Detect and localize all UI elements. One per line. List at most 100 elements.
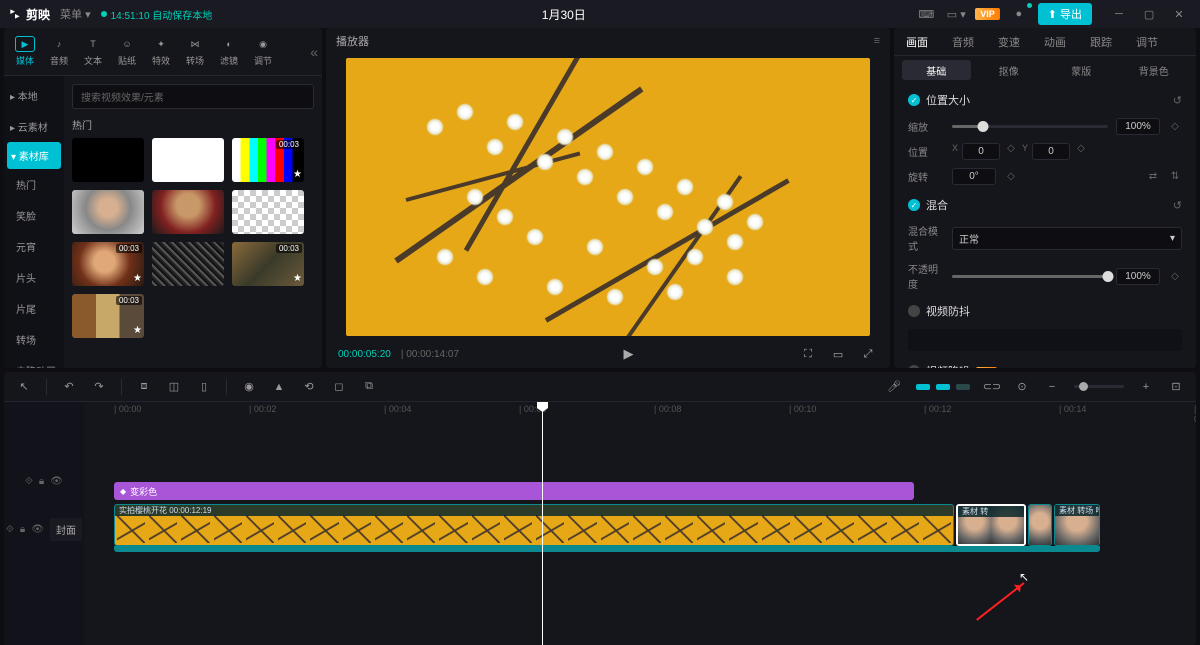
maximize-button[interactable]: ▢ — [1136, 5, 1162, 23]
blendmode-select[interactable]: 正常▾ — [952, 227, 1182, 250]
fullscreen-icon[interactable]: ⤢ — [858, 348, 878, 361]
playhead[interactable] — [542, 402, 543, 645]
safe-zone-icon[interactable]: ⛶ — [798, 348, 818, 361]
pos-x-keyframe-icon[interactable]: ◇ — [1004, 143, 1018, 160]
reset-blend-icon[interactable]: ↺ — [1173, 199, 1182, 212]
media-thumb-7[interactable] — [152, 242, 224, 286]
cat-active[interactable]: ▾ 素材库 — [7, 142, 61, 169]
minimize-button[interactable]: ─ — [1106, 5, 1132, 23]
prop-tab-3[interactable]: 动画 — [1032, 28, 1078, 55]
subcat[interactable]: 元宵 — [4, 231, 64, 262]
media-thumb-1[interactable] — [152, 138, 224, 182]
magnet-icon[interactable]: ⊂⊃ — [984, 379, 1000, 395]
mic-icon[interactable]: 🎤︎ — [886, 379, 902, 395]
pos-y-keyframe-icon[interactable]: ◇ — [1074, 143, 1088, 160]
prop-tab-0[interactable]: 画面 — [894, 28, 940, 55]
tool-tab-7[interactable]: ◉调节 — [246, 36, 280, 67]
scale-slider[interactable] — [952, 125, 1108, 128]
opacity-keyframe-icon[interactable]: ◇ — [1168, 271, 1182, 282]
redo-icon[interactable]: ↷ — [91, 379, 107, 395]
tool-tab-0[interactable]: ▶媒体 — [8, 36, 42, 67]
preview-viewport[interactable] — [346, 58, 870, 336]
prop-tab-1[interactable]: 音频 — [940, 28, 986, 55]
prop-tab-2[interactable]: 变速 — [986, 28, 1032, 55]
record-icon[interactable]: ◉ — [241, 379, 257, 395]
vid-eye-icon[interactable]: 👁︎ — [31, 524, 44, 535]
subcat[interactable]: 热门 — [4, 169, 64, 200]
tool-tab-5[interactable]: ⋈转场 — [178, 36, 212, 67]
audio-waveform[interactable] — [114, 546, 1100, 552]
prop-tab-4[interactable]: 跟踪 — [1078, 28, 1124, 55]
sub-tab-1[interactable]: 抠像 — [975, 60, 1044, 80]
rotation-keyframe-icon[interactable]: ◇ — [1004, 171, 1018, 182]
collapse-icon[interactable]: « — [310, 44, 318, 60]
cat-云素材[interactable]: ▸ 云素材 — [4, 111, 64, 142]
fx-vis-icon[interactable]: 🔒︎ — [39, 476, 44, 487]
sub-tab-3[interactable]: 背景色 — [1120, 60, 1189, 80]
delete-right-icon[interactable]: ▯ — [196, 379, 212, 395]
shortcut-icon[interactable]: ⌨ — [915, 5, 937, 23]
media-thumb-8[interactable]: 00:03★ — [232, 242, 304, 286]
flip-h-icon[interactable]: ⇄ — [1146, 171, 1160, 182]
preview-link-icon[interactable]: ⊙ — [1014, 379, 1030, 395]
vip-badge[interactable]: VIP — [975, 8, 1000, 20]
undo-icon[interactable]: ↶ — [61, 379, 77, 395]
tool-tab-3[interactable]: ☺贴纸 — [110, 36, 144, 67]
reset-pos-icon[interactable]: ↺ — [1173, 94, 1182, 107]
vid-lock-icon[interactable]: ⟐ — [6, 524, 14, 535]
opacity-slider[interactable] — [952, 275, 1108, 278]
media-thumb-9[interactable]: 00:03★ — [72, 294, 144, 338]
sub-tab-2[interactable]: 蒙版 — [1047, 60, 1116, 80]
layout-icon[interactable]: ▭ ▾ — [945, 5, 967, 23]
tool-tab-4[interactable]: ✦特效 — [144, 36, 178, 67]
video-clip-2-selected[interactable]: 素材 转 — [956, 504, 1026, 546]
subcat[interactable]: 片尾 — [4, 293, 64, 324]
subcat[interactable]: 启降动画 — [4, 355, 64, 368]
effect-clip[interactable]: 变彩色 — [114, 482, 914, 500]
main-menu[interactable]: 菜单 ▾ — [60, 6, 91, 22]
tool-tab-1[interactable]: ♪音频 — [42, 36, 76, 67]
track-toggles[interactable] — [916, 384, 970, 390]
video-clip-1[interactable]: 实拍樱桃开花 00:00:12:19 — [114, 504, 954, 546]
timeline-tracks[interactable]: | 00:00| 00:02| 00:04| 00:06| 00:08| 00:… — [84, 402, 1196, 645]
flip-v-icon[interactable]: ⇅ — [1168, 171, 1182, 182]
mirror-icon[interactable]: ⧉ — [361, 379, 377, 395]
media-thumb-6[interactable]: 00:03★ — [72, 242, 144, 286]
subcat[interactable]: 转场 — [4, 324, 64, 355]
scale-value[interactable]: 100% — [1116, 118, 1160, 135]
media-thumb-5[interactable] — [232, 190, 304, 234]
reverse-icon[interactable]: ⟲ — [301, 379, 317, 395]
fx-lock-icon[interactable]: ⟐ — [25, 476, 33, 487]
select-tool-icon[interactable]: ↖ — [16, 379, 32, 395]
media-thumb-3[interactable] — [72, 190, 144, 234]
rotation-value[interactable]: 0° — [952, 168, 996, 185]
close-button[interactable]: ✕ — [1166, 5, 1192, 23]
sub-tab-0[interactable]: 基础 — [902, 60, 971, 80]
search-input[interactable]: 搜索视频效果/元素 — [72, 84, 314, 109]
zoom-out-icon[interactable]: − — [1044, 379, 1060, 395]
pos-y-value[interactable]: 0 — [1032, 143, 1070, 160]
check-blend[interactable]: ✓ — [908, 199, 920, 211]
tool-tab-2[interactable]: T文本 — [76, 36, 110, 67]
cat-本地[interactable]: ▸ 本地 — [4, 80, 64, 111]
prop-tab-5[interactable]: 调节 — [1124, 28, 1170, 55]
scale-keyframe-icon[interactable]: ◇ — [1168, 121, 1182, 132]
cover-button[interactable]: 封面 — [50, 518, 82, 541]
play-button[interactable]: ▶ — [619, 346, 639, 362]
pos-x-value[interactable]: 0 — [962, 143, 1000, 160]
fx-eye-icon[interactable]: 👁︎ — [50, 476, 63, 487]
notification-icon[interactable]: ● — [1008, 5, 1030, 23]
ratio-icon[interactable]: ▭ — [828, 348, 848, 361]
opacity-value[interactable]: 100% — [1116, 268, 1160, 285]
tool-tab-6[interactable]: ◐滤镜 — [212, 36, 246, 67]
time-ruler[interactable]: | 00:00| 00:02| 00:04| 00:06| 00:08| 00:… — [84, 402, 1196, 420]
delete-left-icon[interactable]: ◫ — [166, 379, 182, 395]
check-enhance[interactable] — [908, 365, 920, 368]
media-thumb-4[interactable] — [152, 190, 224, 234]
zoom-in-icon[interactable]: + — [1138, 379, 1154, 395]
export-button[interactable]: ⬆ 导出 — [1038, 3, 1092, 25]
subcat[interactable]: 片头 — [4, 262, 64, 293]
video-clip-4[interactable]: 素材 转场 哈哈哈大笑 00 — [1054, 504, 1100, 546]
media-thumb-0[interactable] — [72, 138, 144, 182]
crop-icon[interactable]: ◻ — [331, 379, 347, 395]
